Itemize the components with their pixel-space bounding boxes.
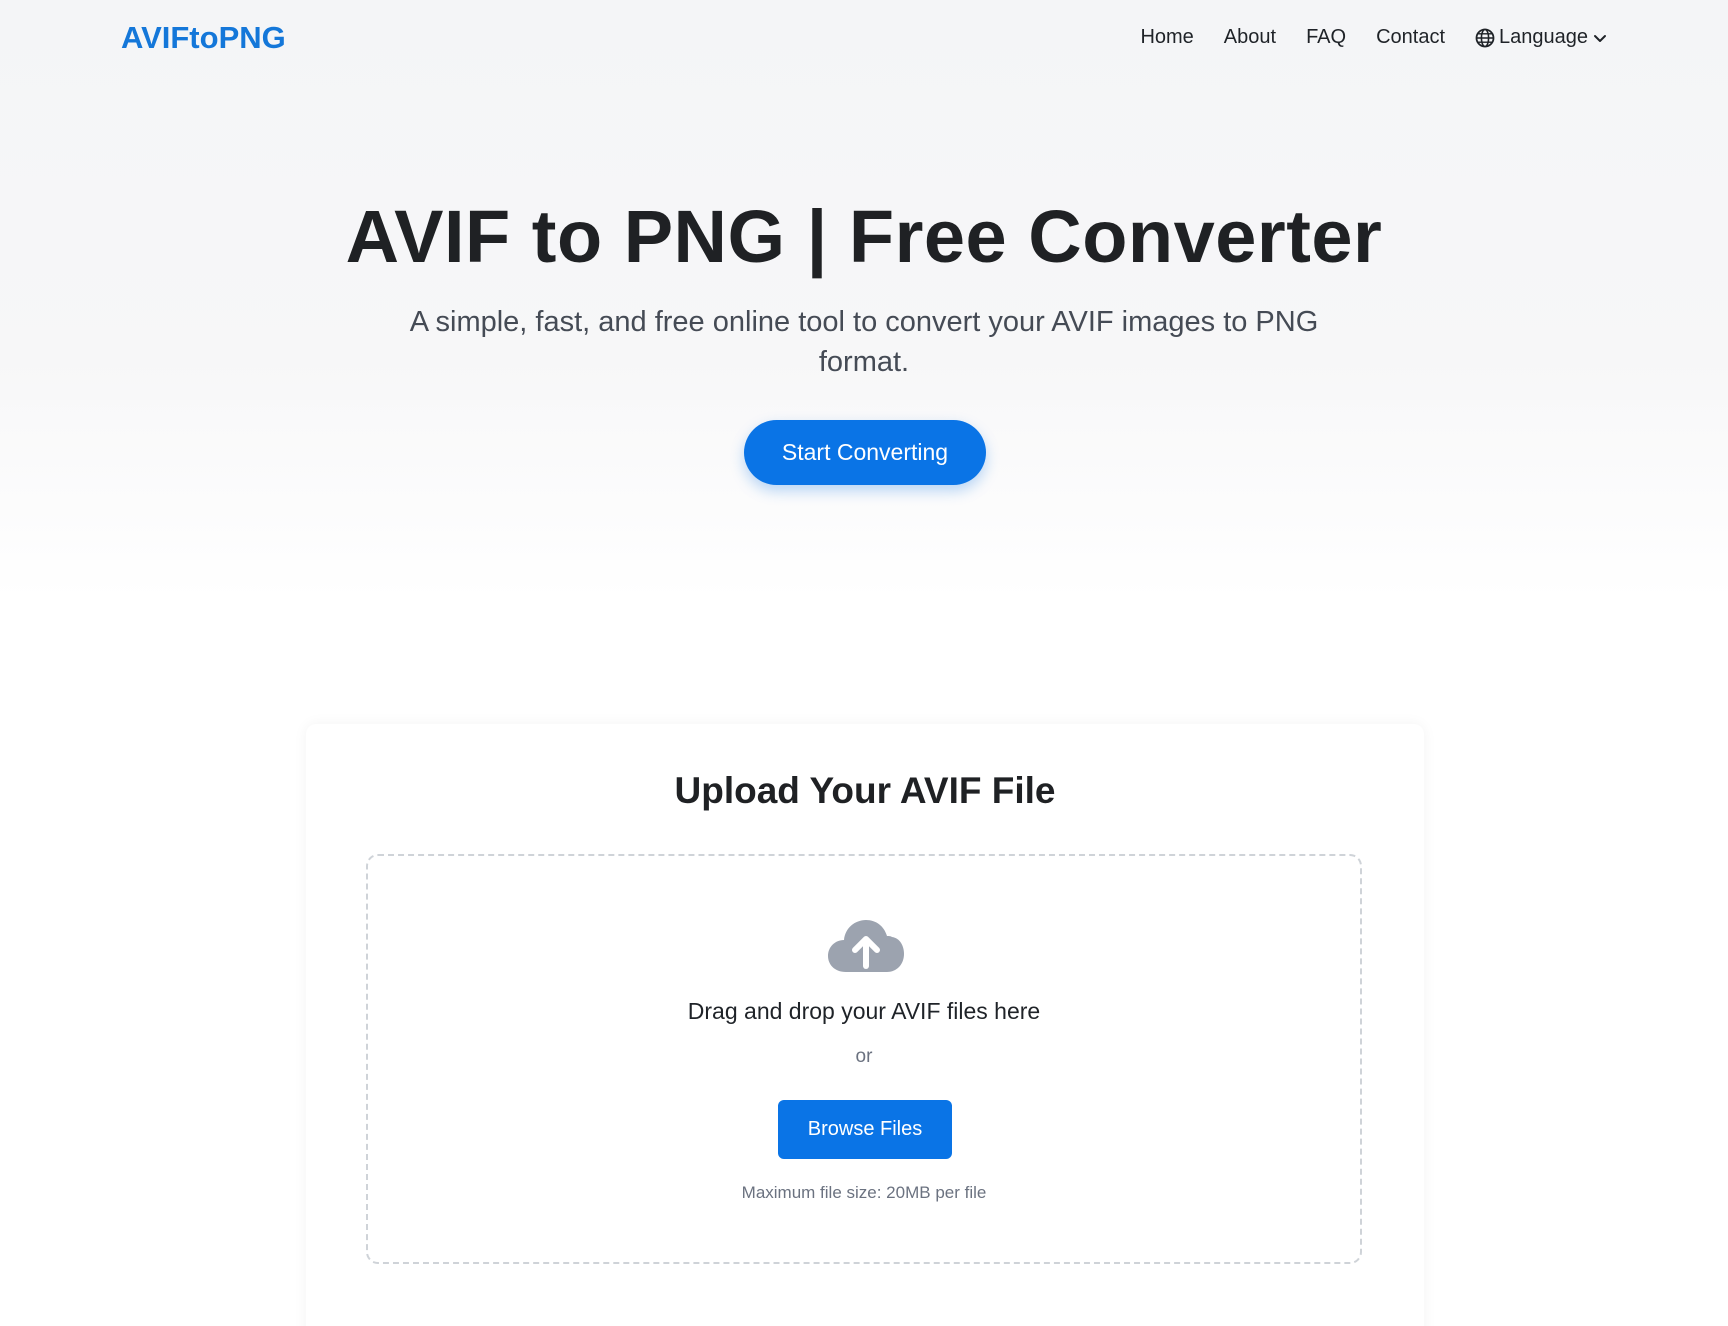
globe-icon xyxy=(1475,28,1495,48)
or-separator: or xyxy=(855,1046,873,1067)
page: AVIFtoPNG Home About FAQ Contact Languag… xyxy=(0,0,1728,1326)
language-selector[interactable]: Language xyxy=(1475,26,1608,49)
hero-subtitle: A simple, fast, and free online tool to … xyxy=(409,306,1319,378)
nav-about-link[interactable]: About xyxy=(1224,26,1276,49)
cloud-upload-icon xyxy=(826,916,906,976)
nav-faq-link[interactable]: FAQ xyxy=(1306,26,1346,49)
language-label: Language xyxy=(1499,26,1588,48)
page-title: AVIF to PNG | Free Converter xyxy=(345,195,1383,278)
nav-home-link[interactable]: Home xyxy=(1140,26,1193,49)
browse-files-button[interactable]: Browse Files xyxy=(778,1100,952,1159)
max-file-size-note: Maximum file size: 20MB per file xyxy=(741,1183,987,1202)
upload-title: Upload Your AVIF File xyxy=(674,770,1056,811)
start-converting-button[interactable]: Start Converting xyxy=(744,420,986,485)
upload-card: Upload Your AVIF File Drag and drop your… xyxy=(306,724,1424,1326)
site-header: AVIFtoPNG Home About FAQ Contact Languag… xyxy=(0,0,1728,80)
nav-contact-link[interactable]: Contact xyxy=(1376,26,1445,49)
drop-instructions: Drag and drop your AVIF files here xyxy=(687,998,1041,1024)
chevron-down-icon xyxy=(1592,30,1608,46)
main-nav: Home About FAQ Contact Language xyxy=(1140,26,1608,49)
dropzone[interactable]: Drag and drop your AVIF files here or Br… xyxy=(366,854,1362,1264)
site-logo[interactable]: AVIFtoPNG xyxy=(121,20,286,56)
